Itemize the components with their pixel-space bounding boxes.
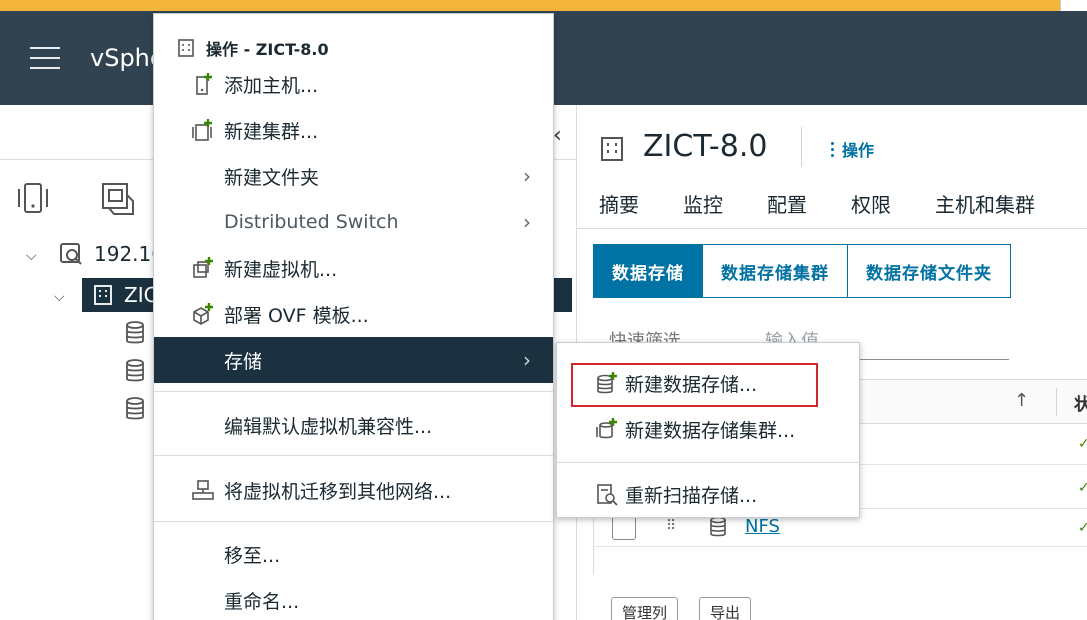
- vms-templates-view-icon[interactable]: [100, 181, 136, 217]
- menu-item-deploy-ovf[interactable]: 部署 OVF 模板...: [154, 291, 553, 337]
- top-banner-strip: [0, 0, 1087, 11]
- tab-configure[interactable]: 配置: [767, 189, 807, 218]
- actions-context-menu: 操作 - ZICT-8.0 添加主机... 新建集群... 新建文件夹 › Di…: [153, 13, 554, 620]
- menu-item-distributed-switch[interactable]: Distributed Switch ›: [154, 199, 553, 245]
- menu-item-label: 新建虚拟机...: [224, 258, 338, 281]
- add-host-icon: [196, 73, 212, 95]
- status-ok-icon: ✓: [1078, 520, 1087, 536]
- manage-columns-button[interactable]: 管理列: [611, 597, 679, 620]
- menu-item-move-to[interactable]: 移至...: [154, 531, 553, 577]
- banner-edge: [1060, 0, 1087, 11]
- menu-item-new-vm[interactable]: 新建虚拟机...: [154, 245, 553, 291]
- tab-hosts-clusters[interactable]: 主机和集群: [935, 189, 1035, 218]
- menu-title-text: 操作 - ZICT-8.0: [206, 40, 329, 59]
- row-checkbox[interactable]: [612, 516, 636, 540]
- datastore-icon[interactable]: [124, 396, 146, 422]
- actions-menu-button[interactable]: 操作: [831, 137, 874, 161]
- menu-item-migrate-vm-network[interactable]: 将虚拟机迁移到其他网络...: [154, 467, 553, 513]
- menu-item-label: 添加主机...: [224, 74, 319, 97]
- object-tabs: 摘要 监控 配置 权限 主机和集群: [599, 189, 1079, 218]
- new-cluster-icon: [192, 119, 212, 141]
- deploy-ovf-icon: [193, 303, 213, 325]
- menu-item-label: 重新扫描存储...: [625, 484, 758, 507]
- datacenter-icon: [178, 39, 194, 57]
- menu-item-new-datastore-cluster[interactable]: 新建数据存储集群...: [557, 407, 859, 451]
- collapse-pane-icon[interactable]: ‹: [553, 123, 562, 148]
- menu-item-new-folder[interactable]: 新建文件夹 ›: [154, 153, 553, 199]
- sort-ascending-icon[interactable]: ↑: [1014, 390, 1029, 411]
- more-vertical-icon: [831, 141, 834, 157]
- chevron-down-icon[interactable]: ⌵: [26, 248, 38, 264]
- drag-handle-icon[interactable]: ⠿: [666, 518, 676, 534]
- storage-view-switcher: 数据存储 数据存储集群 数据存储文件夹: [593, 244, 1011, 298]
- menu-divider: [557, 462, 859, 463]
- rescan-storage-icon: [597, 484, 618, 506]
- datacenter-icon: [601, 137, 623, 161]
- column-header-status[interactable]: 状: [1074, 390, 1087, 415]
- new-vm-icon: [193, 257, 213, 278]
- datastore-icon: [710, 516, 726, 537]
- tab-summary[interactable]: 摘要: [599, 189, 639, 218]
- chevron-right-icon: ›: [523, 210, 531, 234]
- menu-icon[interactable]: [30, 47, 60, 69]
- datastore-link[interactable]: NFS: [745, 516, 780, 537]
- menu-divider: [154, 455, 553, 456]
- menu-item-label: 将虚拟机迁移到其他网络...: [224, 480, 452, 503]
- datastore-clusters-button[interactable]: 数据存储集群: [703, 244, 848, 298]
- datastore-icon[interactable]: [124, 320, 146, 346]
- chevron-down-icon[interactable]: ⌵: [54, 289, 66, 305]
- status-ok-icon: ✓: [1078, 480, 1087, 496]
- menu-item-label: 移至...: [224, 544, 281, 567]
- column-divider[interactable]: [1056, 388, 1057, 416]
- menu-item-rename[interactable]: 重命名...: [154, 577, 553, 620]
- menu-item-label: 重命名...: [224, 590, 300, 613]
- menu-item-label: 部署 OVF 模板...: [224, 304, 369, 327]
- page-title: ZICT-8.0: [643, 129, 768, 164]
- tree-item-vcenter[interactable]: ⌵ 192.16: [26, 237, 164, 271]
- tab-monitor[interactable]: 监控: [683, 189, 723, 218]
- status-ok-icon: ✓: [1078, 436, 1087, 452]
- actions-label: 操作: [842, 141, 875, 160]
- menu-item-new-cluster[interactable]: 新建集群...: [154, 107, 553, 153]
- datacenter-icon: [94, 285, 112, 305]
- menu-item-label: Distributed Switch: [224, 211, 399, 233]
- title-divider: [801, 127, 802, 167]
- menu-divider: [154, 391, 553, 392]
- chevron-right-icon: ›: [523, 164, 531, 188]
- vcenter-icon: [60, 243, 82, 265]
- export-button[interactable]: 导出: [699, 597, 752, 620]
- menu-divider: [154, 521, 553, 522]
- datastore-folders-button[interactable]: 数据存储文件夹: [848, 244, 1011, 298]
- datastores-button[interactable]: 数据存储: [593, 244, 703, 298]
- menu-item-edit-vm-compatibility[interactable]: 编辑默认虚拟机兼容性...: [154, 402, 553, 448]
- tab-permissions[interactable]: 权限: [851, 189, 891, 218]
- menu-item-label: 存储: [224, 350, 263, 373]
- tabs-underline: [577, 228, 1087, 229]
- migrate-network-icon: [192, 480, 214, 500]
- highlight-box: [571, 363, 818, 407]
- hosts-clusters-view-icon[interactable]: [16, 181, 50, 215]
- new-datastore-cluster-icon: [596, 418, 617, 439]
- menu-item-storage[interactable]: 存储 ›: [154, 337, 553, 383]
- datastore-icon[interactable]: [124, 358, 146, 384]
- menu-item-add-host[interactable]: 添加主机...: [154, 61, 553, 107]
- menu-item-label: 新建集群...: [224, 120, 319, 143]
- menu-title: 操作 - ZICT-8.0: [176, 36, 329, 60]
- menu-item-label: 新建数据存储集群...: [625, 419, 796, 442]
- row-divider: [594, 546, 1087, 547]
- menu-item-rescan-storage[interactable]: 重新扫描存储...: [557, 472, 859, 516]
- menu-item-label: 新建文件夹: [224, 166, 320, 189]
- menu-item-label: 编辑默认虚拟机兼容性...: [224, 415, 433, 438]
- chevron-right-icon: ›: [523, 348, 531, 372]
